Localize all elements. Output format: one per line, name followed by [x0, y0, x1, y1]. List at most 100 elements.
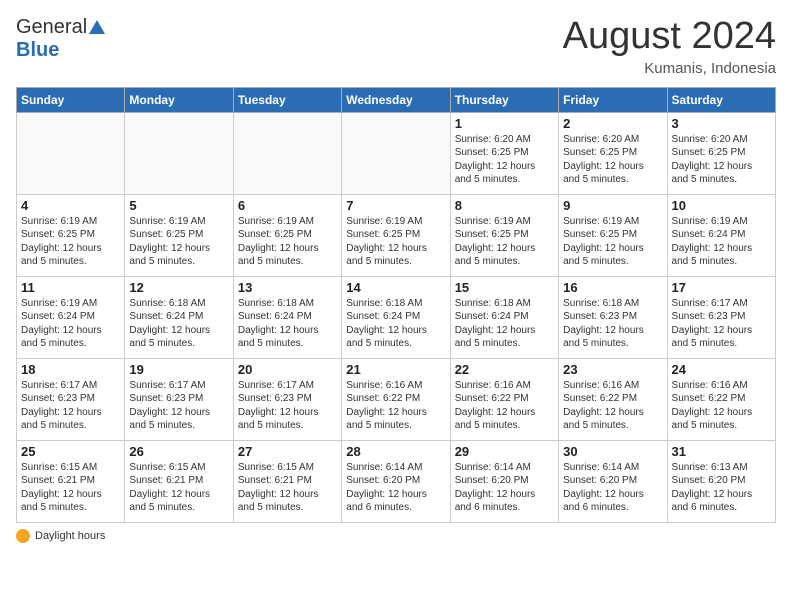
day-number: 10	[672, 198, 771, 213]
day-info: Sunrise: 6:17 AM Sunset: 6:23 PM Dayligh…	[129, 379, 228, 433]
day-number: 14	[346, 280, 445, 295]
footer-label: Daylight hours	[35, 530, 105, 542]
day-number: 26	[129, 444, 228, 459]
calendar-week-row: 18 Sunrise: 6:17 AM Sunset: 6:23 PM Dayli…	[17, 358, 776, 440]
table-row: 31 Sunrise: 6:13 AM Sunset: 6:20 PM Dayli…	[667, 440, 775, 522]
day-info: Sunrise: 6:18 AM Sunset: 6:23 PM Dayligh…	[563, 297, 662, 351]
day-number: 29	[455, 444, 554, 459]
calendar: Sunday Monday Tuesday Wednesday Thursday…	[16, 87, 776, 523]
day-number: 18	[21, 362, 120, 377]
day-number: 1	[455, 116, 554, 131]
table-row: 7 Sunrise: 6:19 AM Sunset: 6:25 PM Daylig…	[342, 194, 450, 276]
day-number: 27	[238, 444, 337, 459]
day-info: Sunrise: 6:18 AM Sunset: 6:24 PM Dayligh…	[129, 297, 228, 351]
day-info: Sunrise: 6:14 AM Sunset: 6:20 PM Dayligh…	[563, 461, 662, 515]
day-number: 23	[563, 362, 662, 377]
day-number: 20	[238, 362, 337, 377]
calendar-week-row: 25 Sunrise: 6:15 AM Sunset: 6:21 PM Dayli…	[17, 440, 776, 522]
table-row: 23 Sunrise: 6:16 AM Sunset: 6:22 PM Dayli…	[559, 358, 667, 440]
title-block: August 2024 Kumanis, Indonesia	[563, 16, 776, 77]
day-info: Sunrise: 6:14 AM Sunset: 6:20 PM Dayligh…	[455, 461, 554, 515]
day-info: Sunrise: 6:18 AM Sunset: 6:24 PM Dayligh…	[238, 297, 337, 351]
table-row: 22 Sunrise: 6:16 AM Sunset: 6:22 PM Dayli…	[450, 358, 558, 440]
table-row: 20 Sunrise: 6:17 AM Sunset: 6:23 PM Dayli…	[233, 358, 341, 440]
table-row: 13Sunrise: 6:18 AM Sunset: 6:24 PM Dayli…	[233, 276, 341, 358]
table-row: 15 Sunrise: 6:18 AM Sunset: 6:24 PM Dayli…	[450, 276, 558, 358]
day-info: Sunrise: 6:19 AM Sunset: 6:25 PM Dayligh…	[455, 215, 554, 269]
month-year: August 2024	[563, 16, 776, 58]
day-info: Sunrise: 6:17 AM Sunset: 6:23 PM Dayligh…	[672, 297, 771, 351]
table-row	[342, 112, 450, 194]
day-number: 4	[21, 198, 120, 213]
header-sunday: Sunday	[17, 87, 125, 112]
calendar-week-row: 11 Sunrise: 6:19 AM Sunset: 6:24 PM Dayli…	[17, 276, 776, 358]
table-row: 27 Sunrise: 6:15 AM Sunset: 6:21 PM Dayli…	[233, 440, 341, 522]
day-number: 19	[129, 362, 228, 377]
logo-general-text: General	[16, 16, 87, 39]
day-number: 6	[238, 198, 337, 213]
table-row: 19 Sunrise: 6:17 AM Sunset: 6:23 PM Dayli…	[125, 358, 233, 440]
day-number: 16	[563, 280, 662, 295]
logo: GeneralBlue	[16, 16, 105, 62]
day-info: Sunrise: 6:19 AM Sunset: 6:25 PM Dayligh…	[129, 215, 228, 269]
table-row: 4 Sunrise: 6:19 AM Sunset: 6:25 PM Daylig…	[17, 194, 125, 276]
day-info: Sunrise: 6:20 AM Sunset: 6:25 PM Dayligh…	[672, 133, 771, 187]
day-number: 31	[672, 444, 771, 459]
table-row	[125, 112, 233, 194]
table-row: 6Sunrise: 6:19 AM Sunset: 6:25 PM Daylig…	[233, 194, 341, 276]
day-info: Sunrise: 6:15 AM Sunset: 6:21 PM Dayligh…	[238, 461, 337, 515]
day-number: 30	[563, 444, 662, 459]
table-row: 30 Sunrise: 6:14 AM Sunset: 6:20 PM Dayli…	[559, 440, 667, 522]
table-row: 8Sunrise: 6:19 AM Sunset: 6:25 PM Daylig…	[450, 194, 558, 276]
table-row: 24Sunrise: 6:16 AM Sunset: 6:22 PM Dayli…	[667, 358, 775, 440]
table-row: 10 Sunrise: 6:19 AM Sunset: 6:24 PM Dayli…	[667, 194, 775, 276]
weekday-header-row: Sunday Monday Tuesday Wednesday Thursday…	[17, 87, 776, 112]
day-number: 15	[455, 280, 554, 295]
table-row: 14Sunrise: 6:18 AM Sunset: 6:24 PM Dayli…	[342, 276, 450, 358]
sun-icon	[16, 529, 30, 543]
day-info: Sunrise: 6:16 AM Sunset: 6:22 PM Dayligh…	[346, 379, 445, 433]
table-row: 3 Sunrise: 6:20 AM Sunset: 6:25 PM Daylig…	[667, 112, 775, 194]
header-friday: Friday	[559, 87, 667, 112]
footer: Daylight hours	[16, 529, 776, 543]
day-number: 24	[672, 362, 771, 377]
calendar-week-row: 4 Sunrise: 6:19 AM Sunset: 6:25 PM Daylig…	[17, 194, 776, 276]
day-number: 11	[21, 280, 120, 295]
day-number: 17	[672, 280, 771, 295]
day-number: 9	[563, 198, 662, 213]
day-info: Sunrise: 6:13 AM Sunset: 6:20 PM Dayligh…	[672, 461, 771, 515]
day-number: 5	[129, 198, 228, 213]
day-info: Sunrise: 6:17 AM Sunset: 6:23 PM Dayligh…	[21, 379, 120, 433]
day-info: Sunrise: 6:16 AM Sunset: 6:22 PM Dayligh…	[455, 379, 554, 433]
day-number: 22	[455, 362, 554, 377]
day-info: Sunrise: 6:19 AM Sunset: 6:25 PM Dayligh…	[346, 215, 445, 269]
day-info: Sunrise: 6:19 AM Sunset: 6:24 PM Dayligh…	[672, 215, 771, 269]
header-thursday: Thursday	[450, 87, 558, 112]
table-row: 5 Sunrise: 6:19 AM Sunset: 6:25 PM Daylig…	[125, 194, 233, 276]
day-info: Sunrise: 6:19 AM Sunset: 6:25 PM Dayligh…	[21, 215, 120, 269]
table-row: 2Sunrise: 6:20 AM Sunset: 6:25 PM Daylig…	[559, 112, 667, 194]
day-number: 7	[346, 198, 445, 213]
day-number: 28	[346, 444, 445, 459]
header-tuesday: Tuesday	[233, 87, 341, 112]
day-info: Sunrise: 6:14 AM Sunset: 6:20 PM Dayligh…	[346, 461, 445, 515]
day-info: Sunrise: 6:16 AM Sunset: 6:22 PM Dayligh…	[563, 379, 662, 433]
day-info: Sunrise: 6:19 AM Sunset: 6:24 PM Dayligh…	[21, 297, 120, 351]
header-saturday: Saturday	[667, 87, 775, 112]
page: GeneralBlue August 2024 Kumanis, Indones…	[0, 0, 792, 612]
day-info: Sunrise: 6:17 AM Sunset: 6:23 PM Dayligh…	[238, 379, 337, 433]
day-info: Sunrise: 6:18 AM Sunset: 6:24 PM Dayligh…	[455, 297, 554, 351]
table-row: 28 Sunrise: 6:14 AM Sunset: 6:20 PM Dayli…	[342, 440, 450, 522]
day-number: 3	[672, 116, 771, 131]
day-number: 25	[21, 444, 120, 459]
header-wednesday: Wednesday	[342, 87, 450, 112]
location: Kumanis, Indonesia	[563, 60, 776, 77]
table-row: 17 Sunrise: 6:17 AM Sunset: 6:23 PM Dayli…	[667, 276, 775, 358]
table-row	[17, 112, 125, 194]
day-number: 12	[129, 280, 228, 295]
day-number: 21	[346, 362, 445, 377]
table-row: 9Sunrise: 6:19 AM Sunset: 6:25 PM Daylig…	[559, 194, 667, 276]
day-info: Sunrise: 6:15 AM Sunset: 6:21 PM Dayligh…	[21, 461, 120, 515]
table-row	[233, 112, 341, 194]
day-info: Sunrise: 6:15 AM Sunset: 6:21 PM Dayligh…	[129, 461, 228, 515]
